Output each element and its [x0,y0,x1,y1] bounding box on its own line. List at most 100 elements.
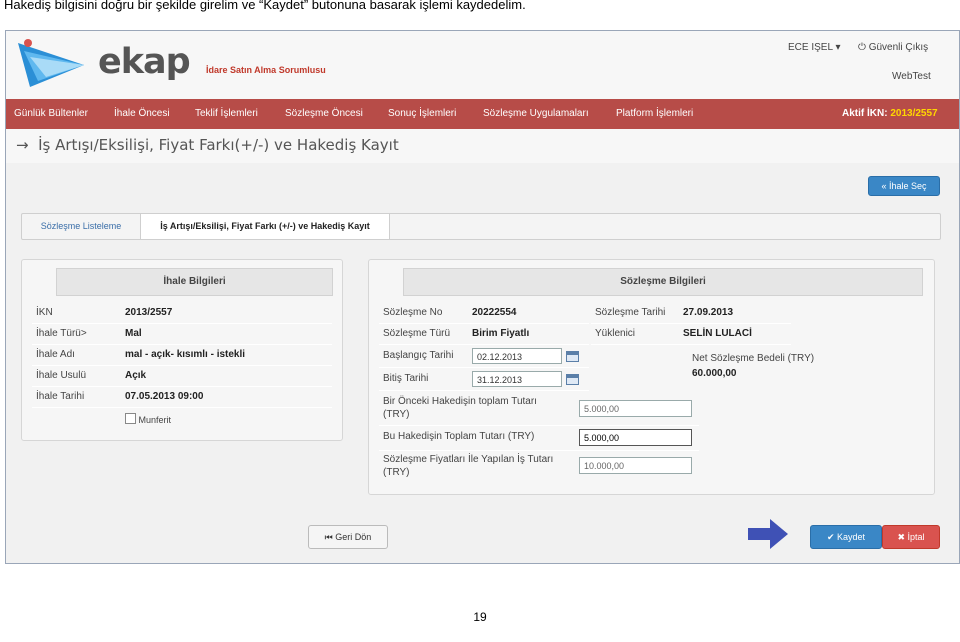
active-ikn-value: 2013/2557 [890,108,938,119]
yuklenici-label: Yüklenici [595,328,636,339]
page-number: 19 [473,610,487,624]
tab-hakedis-kayit[interactable]: İş Artışı/Eksilişi, Fiyat Farkı (+/-) ve… [140,214,390,239]
tab-bar: Sözleşme Listeleme İş Artışı/Eksilişi, F… [21,213,941,240]
yuklenici-value: SELİN LULACİ [683,328,752,339]
ihale-row-adi: İhale Adı mal - açık- kısımlı - istekli [32,345,332,366]
nav-item-platform-islemleri[interactable]: Platform İşlemleri [616,108,693,119]
power-icon: ⏻ [858,42,866,53]
sozlesme-turu-value: Birim Fiyatlı [472,328,530,339]
nav-item-teklif-islemleri[interactable]: Teklif İşlemleri [195,108,258,119]
ihale-adi-label: İhale Adı [36,349,75,360]
sozlesme-panel: Sözleşme Bilgileri Sözleşme No 20222554 … [368,259,935,495]
nav-item-ihale-oncesi[interactable]: İhale Öncesi [114,108,170,119]
ihale-panel-title: İhale Bilgileri [56,268,333,296]
sozlesme-no-row: Sözleşme No 20222554 [379,303,589,324]
sozlesme-no-label: Sözleşme No [383,307,443,318]
geri-don-label: Geri Dön [335,532,372,542]
kaydet-label: Kaydet [837,532,866,542]
sozlesme-tarihi-label: Sözleşme Tarihi [595,307,666,318]
baslangic-tarihi-label: Başlangıç Tarihi [383,350,454,361]
ihale-sec-label: İhale Seç [889,181,927,191]
ihale-row-tarih: İhale Tarihi 07.05.2013 09:00 [32,387,332,408]
arrow-right-icon [748,519,788,549]
onceki-hakedis-label-line2: (TRY) [383,409,410,420]
ikn-value: 2013/2557 [125,307,173,318]
baslangic-tarihi-input[interactable]: 02.12.2013 [472,348,562,364]
role-label: İdare Satın Alma Sorumlusu [206,65,326,75]
double-chevron-left-icon: « [881,181,887,191]
kaydet-button[interactable]: ✔ Kaydet [810,525,882,549]
net-bedel-value: 60.000,00 [692,368,737,379]
sozlesme-panel-title: Sözleşme Bilgileri [403,268,923,296]
bitis-tarihi-label: Bitiş Tarihi [383,373,429,384]
nav-item-sozlesme-uygulamalari[interactable]: Sözleşme Uygulamaları [483,108,589,119]
ihale-usulu-label: İhale Usulü [36,370,87,381]
page-title-text: İş Artışı/Eksilişi, Fiyat Farkı(+/-) ve … [38,136,399,154]
main-nav: Günlük Bültenler İhale Öncesi Teklif İşl… [6,99,959,129]
ekap-logo-icon [18,39,84,87]
ikn-label: İKN [36,307,53,318]
yapilan-is-label-line1: Sözleşme Fiyatları İle Yapılan İş Tutarı [383,454,554,465]
ihale-sec-button[interactable]: « İhale Seç [868,176,940,196]
logout-link[interactable]: ⏻ Güvenli Çıkış [858,42,928,53]
onceki-hakedis-row: Bir Önceki Hakedişin toplam Tutarı (TRY) … [379,393,699,426]
yapilan-is-row: Sözleşme Fiyatları İle Yapılan İş Tutarı… [379,451,699,483]
onceki-hakedis-label: Bir Önceki Hakedişin toplam Tutarı (TRY) [383,395,537,421]
ihale-row-usul: İhale Usulü Açık [32,366,332,387]
yapilan-is-label: Sözleşme Fiyatları İle Yapılan İş Tutarı… [383,453,553,479]
iptal-label: İptal [907,532,925,542]
environment-label: WebTest [892,71,931,82]
bu-hakedis-row: Bu Hakedişin Toplam Tutarı (TRY) 5.000,0… [379,426,699,451]
munferit-label: Munferit [138,415,172,425]
title-bar: → İş Artışı/Eksilişi, Fiyat Farkı(+/-) v… [6,129,959,163]
yuklenici-row: Yüklenici SELİN LULACİ [591,324,791,345]
onceki-hakedis-input[interactable]: 5.000,00 [579,400,692,417]
ihale-turu-label: İhale Türü> [36,328,87,339]
ihale-panel: İhale Bilgileri İKN 2013/2557 İhale Türü>… [21,259,343,441]
ihale-adi-value: mal - açık- kısımlı - istekli [125,349,246,360]
munferit-checkbox[interactable] [125,413,136,424]
check-icon: ✔ [826,532,835,542]
ekap-logo-text: ekap [98,42,191,82]
active-ikn-label: Aktif İKN: [842,108,888,119]
close-icon: ✖ [897,532,905,542]
sozlesme-tarihi-value: 27.09.2013 [683,307,734,318]
ihale-tarihi-label: İhale Tarihi [36,391,85,402]
arrow-right-icon: → [16,136,29,154]
page-title: → İş Artışı/Eksilişi, Fiyat Farkı(+/-) v… [16,136,399,154]
calendar-icon[interactable] [566,374,579,385]
tab-sozlesme-listeleme[interactable]: Sözleşme Listeleme [22,214,140,239]
baslangic-tarihi-row: Başlangıç Tarihi 02.12.2013 [379,345,589,368]
ihale-turu-value: Mal [125,328,142,339]
munferit-field: Munferit [125,413,171,425]
nav-item-gunluk-bultenler[interactable]: Günlük Bültenler [14,108,88,119]
yapilan-is-label-line2: (TRY) [383,467,410,478]
iptal-button[interactable]: ✖ İptal [882,525,940,549]
sozlesme-no-value: 20222554 [472,307,517,318]
ihale-usulu-value: Açık [125,370,147,381]
ihale-row-ikn: İKN 2013/2557 [32,303,332,324]
sozlesme-turu-label: Sözleşme Türü [383,328,451,339]
sozlesme-turu-row: Sözleşme Türü Birim Fiyatlı [379,324,589,345]
bu-hakedis-input[interactable]: 5.000,00 [579,429,692,446]
ihale-tarihi-value: 07.05.2013 09:00 [125,391,204,402]
user-menu[interactable]: ECE IŞEL ▾ [788,42,840,53]
onceki-hakedis-label-line1: Bir Önceki Hakedişin toplam Tutarı [383,396,537,407]
net-bedel-label: Net Sözleşme Bedeli (TRY) [692,353,815,364]
ihale-rows: İKN 2013/2557 İhale Türü> Mal İhale Adı mal… [32,303,332,408]
geri-don-button[interactable]: ⏮ Geri Dön [308,525,388,549]
bitis-tarihi-row: Bitiş Tarihi 31.12.2013 [379,368,589,391]
user-name: ECE IŞEL [788,42,833,53]
bu-hakedis-label: Bu Hakedişin Toplam Tutarı (TRY) [383,431,535,442]
logout-label: Güvenli Çıkış [868,42,929,53]
nav-item-sozlesme-oncesi[interactable]: Sözleşme Öncesi [285,108,363,119]
sozlesme-tarihi-row: Sözleşme Tarihi 27.09.2013 [591,303,791,324]
caret-down-icon: ▾ [835,42,841,53]
yapilan-is-input[interactable]: 10.000,00 [579,457,692,474]
instruction-caption: Hakediş bilgisini doğru bir şekilde gire… [4,0,526,12]
calendar-icon[interactable] [566,351,579,362]
ihale-row-tur: İhale Türü> Mal [32,324,332,345]
bitis-tarihi-input[interactable]: 31.12.2013 [472,371,562,387]
nav-item-sonuc-islemleri[interactable]: Sonuç İşlemleri [388,108,456,119]
active-ikn: Aktif İKN: 2013/2557 [842,108,938,119]
